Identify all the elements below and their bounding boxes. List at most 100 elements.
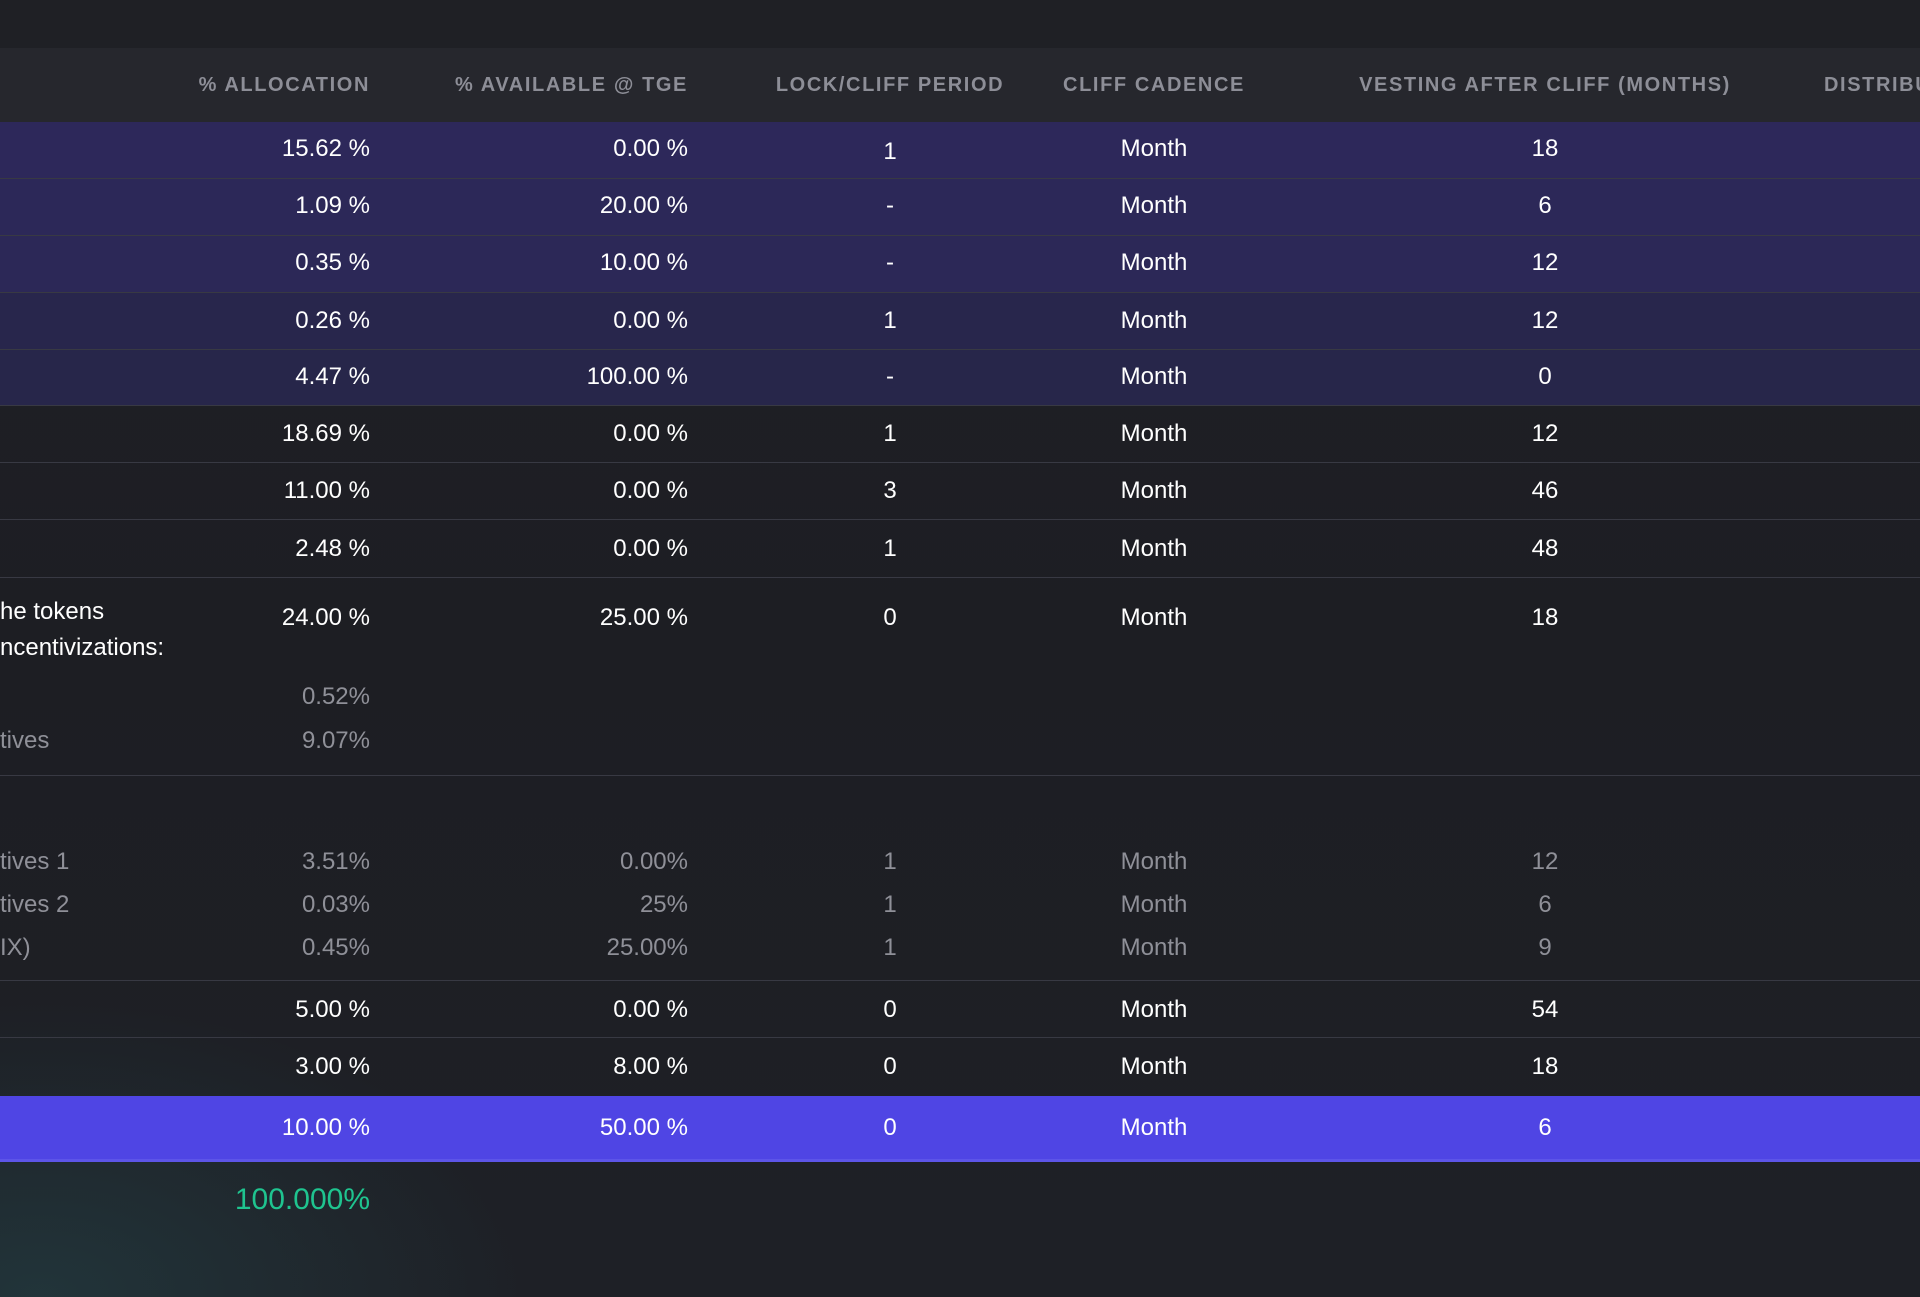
table-row[interactable]: 15.62 % 0.00 % 1 Month 18: [0, 122, 1920, 179]
cell-lock-cliff: 1: [883, 420, 897, 447]
sub-item-vesting: 9: [1538, 934, 1552, 961]
table-row[interactable]: 0.35 % 10.00 % - Month 12: [0, 236, 1920, 293]
table-row[interactable]: 5.00 % 0.00 % 0 Month 54: [0, 981, 1920, 1038]
cell-cliff-cadence: Month: [1120, 477, 1188, 504]
header-lock-cliff: LOCK/CLIFF PERIOD: [775, 74, 1005, 96]
header-cliff-cadence: CLIFF CADENCE: [1063, 74, 1245, 96]
sub-item-cadence: Month: [1120, 891, 1188, 918]
cell-cliff-cadence: Month: [1120, 135, 1188, 162]
cell-allocation: 24.00 %: [281, 604, 370, 631]
sub-item-vesting: 12: [1531, 848, 1559, 875]
sub-item-name: tives: [0, 727, 50, 754]
sub-item-allocation: 0.52%: [301, 683, 370, 710]
cell-cliff-cadence: Month: [1120, 996, 1188, 1023]
table-row[interactable]: he tokens ncentivizations: 24.00 % 25.00…: [0, 578, 1920, 776]
cell-available-tge: 0.00 %: [613, 477, 688, 504]
cell-allocation: 0.26 %: [295, 307, 370, 334]
cell-allocation: 3.00 %: [295, 1053, 370, 1080]
cell-available-tge: 100.00 %: [586, 363, 688, 390]
sub-item-lock-cliff: 1: [883, 934, 897, 961]
cell-lock-cliff: 1: [883, 535, 897, 562]
cell-available-tge: 0.00 %: [613, 996, 688, 1023]
cell-cliff-cadence: Month: [1120, 1053, 1188, 1080]
cell-vesting: 18: [1531, 604, 1559, 631]
sub-item-name: tives 2: [0, 891, 70, 918]
header-distribution: DISTRIBU: [1824, 74, 1920, 96]
cell-cliff-cadence: Month: [1120, 535, 1188, 562]
cell-available-tge: 20.00 %: [599, 192, 688, 219]
cell-allocation: 18.69 %: [281, 420, 370, 447]
cell-allocation: 2.48 %: [295, 535, 370, 562]
sub-item-name: tives 1: [0, 848, 70, 875]
table-row[interactable]: 11.00 % 0.00 % 3 Month 46: [0, 463, 1920, 520]
cell-vesting: 46: [1531, 477, 1559, 504]
cell-vesting: 18: [1531, 1053, 1559, 1080]
top-bar: [0, 0, 1920, 48]
cell-cliff-cadence: Month: [1120, 363, 1188, 390]
cell-cliff-cadence: Month: [1120, 420, 1188, 447]
cell-name-line1: he tokens: [0, 598, 105, 625]
cell-cliff-cadence: Month: [1120, 192, 1188, 219]
sub-item-available-tge: 0.00%: [619, 848, 688, 875]
table-row[interactable]: 0.26 % 0.00 % 1 Month 12: [0, 293, 1920, 350]
cell-lock-cliff: 3: [883, 477, 897, 504]
cell-vesting: 0: [1538, 363, 1552, 390]
cell-vesting: 48: [1531, 535, 1559, 562]
cell-allocation: 15.62 %: [281, 135, 370, 162]
cell-allocation: 1.09 %: [295, 192, 370, 219]
header-vesting-after-cliff: VESTING AFTER CLIFF (MONTHS): [1359, 74, 1731, 96]
cell-lock-cliff: -: [886, 192, 894, 219]
cell-allocation: 0.35 %: [295, 249, 370, 276]
sub-item-allocation: 0.03%: [301, 891, 370, 918]
cell-vesting: 54: [1531, 996, 1559, 1023]
sub-item-allocation: 9.07%: [301, 727, 370, 754]
sub-item-name: IX): [0, 934, 31, 961]
sub-item-available-tge: 25.00%: [606, 934, 688, 961]
table-row[interactable]: 4.47 % 100.00 % - Month 0: [0, 350, 1920, 406]
table-row-highlighted[interactable]: 10.00 % 50.00 % 0 Month 6: [0, 1096, 1920, 1162]
header-available-tge: % AVAILABLE @ TGE: [454, 74, 688, 96]
table-row[interactable]: 1.09 % 20.00 % - Month 6: [0, 179, 1920, 236]
cell-cliff-cadence: Month: [1120, 249, 1188, 276]
sub-item-vesting: 6: [1538, 891, 1552, 918]
cell-lock-cliff: -: [886, 249, 894, 276]
sub-item-allocation: 3.51%: [301, 848, 370, 875]
cell-lock-cliff: 0: [883, 996, 897, 1023]
total-allocation: 100.000%: [234, 1183, 370, 1216]
table-row[interactable]: 3.00 % 8.00 % 0 Month 18: [0, 1038, 1920, 1095]
cell-allocation: 10.00 %: [281, 1114, 370, 1141]
cell-vesting: 12: [1531, 420, 1559, 447]
cell-lock-cliff: -: [886, 363, 894, 390]
sub-item-allocation: 0.45%: [301, 934, 370, 961]
sub-item-available-tge: 25%: [639, 891, 688, 918]
table-row[interactable]: 18.69 % 0.00 % 1 Month 12: [0, 406, 1920, 463]
cell-vesting: 12: [1531, 249, 1559, 276]
header-allocation: % ALLOCATION: [198, 74, 370, 96]
sub-item-cadence: Month: [1120, 848, 1188, 875]
cell-lock-cliff: 0: [883, 1053, 897, 1080]
cell-available-tge: 8.00 %: [613, 1053, 688, 1080]
cell-allocation: 11.00 %: [283, 477, 370, 504]
cell-vesting: 12: [1531, 307, 1559, 334]
cell-cliff-cadence: Month: [1120, 1114, 1188, 1141]
cell-lock-cliff: 1: [883, 138, 897, 165]
sub-item-lock-cliff: 1: [883, 891, 897, 918]
sub-item-cadence: Month: [1120, 934, 1188, 961]
sub-row-group: tives 1 3.51% 0.00% 1 Month 12 tives 2 0…: [0, 776, 1920, 981]
cell-available-tge: 0.00 %: [613, 420, 688, 447]
cell-available-tge: 10.00 %: [599, 249, 688, 276]
cell-available-tge: 0.00 %: [613, 535, 688, 562]
sub-item-lock-cliff: 1: [883, 848, 897, 875]
cell-vesting: 6: [1538, 192, 1552, 219]
cell-lock-cliff: 1: [883, 307, 897, 334]
cell-lock-cliff: 0: [883, 604, 897, 631]
cell-cliff-cadence: Month: [1120, 307, 1188, 334]
cell-available-tge: 50.00 %: [599, 1114, 688, 1141]
cell-available-tge: 25.00 %: [599, 604, 688, 631]
cell-available-tge: 0.00 %: [613, 135, 688, 162]
cell-vesting: 18: [1531, 135, 1559, 162]
cell-cliff-cadence: Month: [1120, 604, 1188, 631]
cell-allocation: 5.00 %: [295, 996, 370, 1023]
table-row[interactable]: 2.48 % 0.00 % 1 Month 48: [0, 520, 1920, 578]
cell-vesting: 6: [1538, 1114, 1552, 1141]
